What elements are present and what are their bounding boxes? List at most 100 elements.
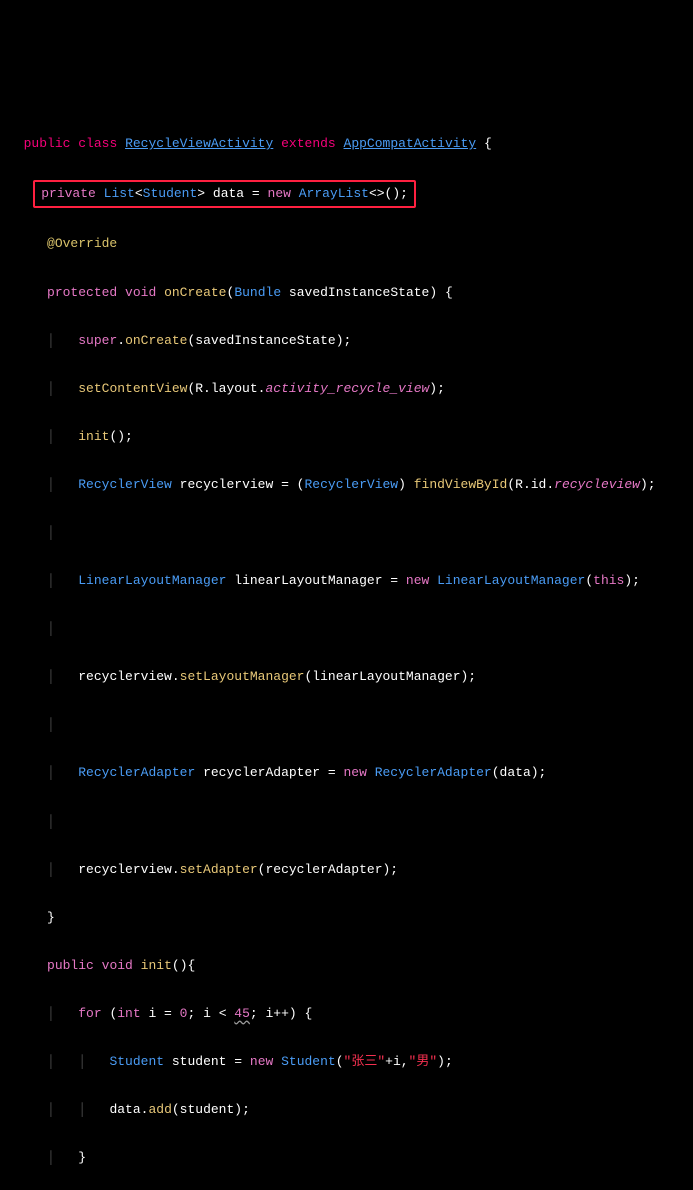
code-line: │ setContentView(R.layout.activity_recyc… (8, 377, 693, 401)
obj-ref: data. (109, 1102, 148, 1117)
code-line: │ init(); (8, 425, 693, 449)
kw-public: public (24, 136, 71, 151)
args-open: (R.id. (507, 477, 554, 492)
lparen: ( (336, 1054, 344, 1069)
blank-line: │ (8, 617, 693, 641)
var-decl: data = (205, 186, 267, 201)
type-recyclerview: RecyclerView (78, 477, 172, 492)
brace-close: } (47, 910, 55, 925)
type-recycleradapter: RecyclerAdapter (78, 765, 195, 780)
kw-void: void (102, 958, 133, 973)
kw-protected: protected (47, 285, 117, 300)
code-line: │ LinearLayoutManager linearLayoutManage… (8, 569, 693, 593)
concat: +i, (385, 1054, 408, 1069)
string-name: "张三" (344, 1054, 386, 1069)
var-decl: recyclerview = ( (172, 477, 305, 492)
layout-resource: activity_recycle_view (265, 381, 429, 396)
num-limit: 45 (234, 1006, 250, 1021)
args: (linearLayoutManager); (304, 669, 476, 684)
kw-class: class (78, 136, 117, 151)
method-setadapter: setAdapter (180, 862, 258, 877)
cast-type: RecyclerView (304, 477, 398, 492)
args-close: ); (624, 573, 640, 588)
type-arraylist: ArrayList (291, 186, 369, 201)
args: (student); (172, 1102, 250, 1117)
code-line: } (8, 906, 693, 930)
kw-new: new (406, 573, 429, 588)
code-line: │ super.onCreate(savedInstanceState); (8, 329, 693, 353)
args-close: ); (437, 1054, 453, 1069)
init-expr: i = (141, 1006, 180, 1021)
kw-new: new (250, 1054, 273, 1069)
code-line: @Override (8, 232, 693, 256)
ctor-name: RecyclerAdapter (367, 765, 492, 780)
var-decl: linearLayoutManager = (226, 573, 405, 588)
type-student: Student (109, 1054, 164, 1069)
method-setlayoutmanager: setLayoutManager (180, 669, 305, 684)
code-line-highlighted: private List<Student> data = new ArrayLi… (8, 180, 693, 208)
code-line: protected void onCreate(Bundle savedInst… (8, 281, 693, 305)
code-line: │ for (int i = 0; i < 45; i++) { (8, 1002, 693, 1026)
kw-this: this (593, 573, 624, 588)
param: savedInstanceState) { (281, 285, 453, 300)
kw-int: int (117, 1006, 140, 1021)
type-linearlayoutmanager: LinearLayoutManager (78, 573, 226, 588)
brace-close: } (78, 1150, 86, 1165)
type-list: List (104, 186, 135, 201)
args: (data); (492, 765, 547, 780)
code-line: │ recyclerview.setLayoutManager(linearLa… (8, 665, 693, 689)
cond-sep: ; i < (187, 1006, 234, 1021)
lparen: ( (102, 1006, 118, 1021)
obj-ref: recyclerview. (78, 669, 179, 684)
method-oncreate: onCreate (164, 285, 226, 300)
type-student: Student (143, 186, 198, 201)
blank-line: │ (8, 810, 693, 834)
kw-extends: extends (281, 136, 336, 151)
method-findviewbyid: findViewById (414, 477, 508, 492)
call-end: (); (109, 429, 132, 444)
annotation-override: @Override (47, 236, 117, 251)
code-line: │ │ data.add(student); (8, 1098, 693, 1122)
code-line: public void init(){ (8, 954, 693, 978)
args: (savedInstanceState); (187, 333, 351, 348)
obj-ref: recyclerview. (78, 862, 179, 877)
args-open: (R.layout. (187, 381, 265, 396)
cast-close: ) (398, 477, 414, 492)
kw-super: super (78, 333, 117, 348)
code-line: │ } (8, 1146, 693, 1170)
code-line: │ recyclerview.setAdapter(recyclerAdapte… (8, 858, 693, 882)
angle-lt: < (135, 186, 143, 201)
blank-line: │ (8, 521, 693, 545)
parent-class: AppCompatActivity (344, 136, 477, 151)
string-gender: "男" (409, 1054, 438, 1069)
sig-end: (){ (172, 958, 195, 973)
var-decl: recyclerAdapter = (195, 765, 343, 780)
var-decl: student = (164, 1054, 250, 1069)
method-oncreate: onCreate (125, 333, 187, 348)
lparen: ( (585, 573, 593, 588)
args-close: ); (640, 477, 656, 492)
highlight-box: private List<Student> data = new ArrayLi… (33, 180, 416, 208)
ctor-name: LinearLayoutManager (429, 573, 585, 588)
kw-for: for (78, 1006, 101, 1021)
num-zero: 0 (180, 1006, 188, 1021)
kw-new: new (344, 765, 367, 780)
kw-void: void (125, 285, 156, 300)
args: (recyclerAdapter); (258, 862, 398, 877)
for-rest: ; i++) { (250, 1006, 312, 1021)
method-add: add (148, 1102, 171, 1117)
brace: { (476, 136, 492, 151)
ctor-name: Student (273, 1054, 335, 1069)
method-init: init (141, 958, 172, 973)
kw-public: public (47, 958, 94, 973)
kw-new: new (268, 186, 291, 201)
method-setcontentview: setContentView (78, 381, 187, 396)
diamond-call: <>(); (369, 186, 408, 201)
angle-gt: > (197, 186, 205, 201)
code-editor[interactable]: public class RecycleViewActivity extends… (8, 108, 693, 1190)
type-bundle: Bundle (234, 285, 281, 300)
code-line: public class RecycleViewActivity extends… (8, 132, 693, 156)
blank-line: │ (8, 713, 693, 737)
class-name: RecycleViewActivity (125, 136, 273, 151)
method-init: init (78, 429, 109, 444)
